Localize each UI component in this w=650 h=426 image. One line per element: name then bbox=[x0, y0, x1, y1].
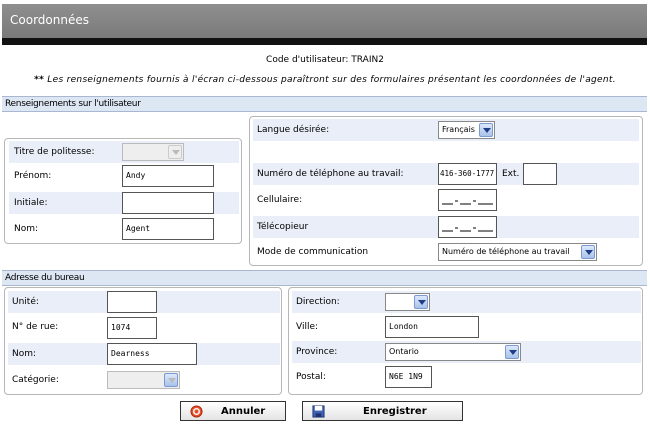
row-direction: Direction: bbox=[292, 291, 641, 313]
nom-input[interactable]: Agent bbox=[122, 218, 214, 240]
row-initiale: Initiale: bbox=[9, 192, 239, 214]
unite-label: Unité: bbox=[12, 297, 39, 307]
notice-body: Les renseignements fournis à l'écran ci-… bbox=[47, 75, 616, 85]
categorie-select[interactable] bbox=[107, 371, 180, 389]
row-no-rue: N° de rue: 1074 bbox=[8, 316, 280, 339]
phone-mask-icon bbox=[442, 227, 493, 232]
row-province: Province: Ontario bbox=[292, 341, 641, 363]
row-categorie: Catégorie: bbox=[8, 369, 280, 391]
row-nom-rue: Nom: Dearness bbox=[8, 343, 280, 365]
tel-travail-input[interactable]: 416-360-1777 bbox=[438, 163, 497, 185]
page-header: Coordonnées bbox=[2, 4, 647, 38]
postal-label: Postal: bbox=[296, 372, 326, 382]
cancel-button-label: Annuler bbox=[221, 406, 266, 417]
chevron-down-icon bbox=[164, 373, 178, 387]
row-cellulaire: Cellulaire: bbox=[253, 189, 639, 211]
ville-label: Ville: bbox=[296, 322, 319, 332]
langue-select[interactable]: Français bbox=[438, 121, 495, 139]
row-langue: Langue désirée: Français bbox=[253, 119, 639, 141]
cancel-circle-icon bbox=[190, 405, 203, 418]
row-prenom: Prénom: Andy bbox=[9, 165, 239, 187]
fieldset-address-left: Unité: N° de rue: 1074 Nom: Dearness Cat… bbox=[4, 287, 282, 395]
chevron-down-icon bbox=[168, 145, 182, 159]
tel-travail-label: Numéro de téléphone au travail: bbox=[257, 169, 404, 179]
no-rue-label: N° de rue: bbox=[12, 322, 59, 332]
langue-label: Langue désirée: bbox=[257, 125, 330, 135]
ville-input[interactable]: London bbox=[385, 316, 479, 338]
initiale-label: Initiale: bbox=[14, 198, 48, 208]
prenom-label: Prénom: bbox=[14, 171, 52, 181]
telecopieur-label: Télécopieur bbox=[257, 222, 309, 232]
categorie-label: Catégorie: bbox=[12, 375, 59, 385]
mode-select[interactable]: Numéro de téléphone au travail bbox=[438, 243, 597, 261]
phone-mask-icon bbox=[442, 200, 493, 205]
row-ville: Ville: London bbox=[292, 316, 641, 338]
nom-rue-input[interactable]: Dearness bbox=[107, 343, 197, 365]
ext-input[interactable] bbox=[523, 163, 557, 185]
row-tel-travail: Numéro de téléphone au travail: 416-360-… bbox=[253, 163, 639, 185]
save-button-label: Enregistrer bbox=[363, 406, 427, 417]
row-mode: Mode de communication Numéro de téléphon… bbox=[253, 241, 639, 263]
mode-label: Mode de communication bbox=[257, 247, 369, 257]
row-nom: Nom: Agent bbox=[9, 218, 239, 240]
notice-text: ** Les renseignements fournis à l'écran … bbox=[0, 75, 650, 85]
cellulaire-input[interactable] bbox=[438, 189, 497, 211]
row-politesse: Titre de politesse: bbox=[9, 141, 239, 163]
row-telecopieur: Télécopieur bbox=[253, 216, 639, 238]
politesse-select[interactable] bbox=[122, 143, 184, 161]
cancel-button[interactable]: Annuler bbox=[180, 401, 286, 421]
notice-stars: ** bbox=[34, 75, 45, 85]
nom-rue-label: Nom: bbox=[12, 349, 37, 359]
ext-label: Ext. bbox=[502, 169, 520, 179]
politesse-label: Titre de politesse: bbox=[14, 147, 95, 157]
unite-input[interactable] bbox=[107, 291, 157, 313]
row-postal: Postal: N6E 1N9 bbox=[292, 366, 641, 388]
prenom-input[interactable]: Andy bbox=[122, 165, 214, 187]
header-divider bbox=[2, 38, 647, 45]
chevron-down-icon bbox=[505, 345, 519, 359]
direction-label: Direction: bbox=[296, 297, 340, 307]
section-title-address: Adresse du bureau bbox=[2, 270, 647, 286]
province-label: Province: bbox=[296, 347, 338, 357]
telecopieur-input[interactable] bbox=[438, 216, 497, 238]
floppy-disk-icon bbox=[312, 405, 325, 418]
nom-label: Nom: bbox=[14, 224, 39, 234]
row-unite: Unité: bbox=[8, 291, 280, 313]
cellulaire-label: Cellulaire: bbox=[257, 195, 303, 205]
chevron-down-icon bbox=[581, 245, 595, 259]
fieldset-identity: Titre de politesse: Prénom: Andy Initial… bbox=[4, 138, 242, 244]
initiale-input[interactable] bbox=[122, 192, 214, 214]
user-code-line: Code d'utilisateur: TRAIN2 bbox=[266, 55, 384, 65]
postal-input[interactable]: N6E 1N9 bbox=[385, 366, 432, 388]
direction-select[interactable] bbox=[385, 293, 430, 311]
no-rue-input[interactable]: 1074 bbox=[107, 317, 157, 339]
chevron-down-icon bbox=[414, 295, 428, 309]
province-select[interactable]: Ontario bbox=[385, 343, 521, 361]
section-title-user: Renseignements sur l'utilisateur bbox=[2, 96, 647, 112]
save-button[interactable]: Enregistrer bbox=[302, 401, 463, 421]
page-title: Coordonnées bbox=[10, 13, 89, 27]
fieldset-contact: Langue désirée: Français Numéro de télép… bbox=[249, 116, 643, 266]
chevron-down-icon bbox=[479, 123, 493, 137]
fieldset-address-right: Direction: Ville: London Province: Ontar… bbox=[288, 287, 643, 395]
